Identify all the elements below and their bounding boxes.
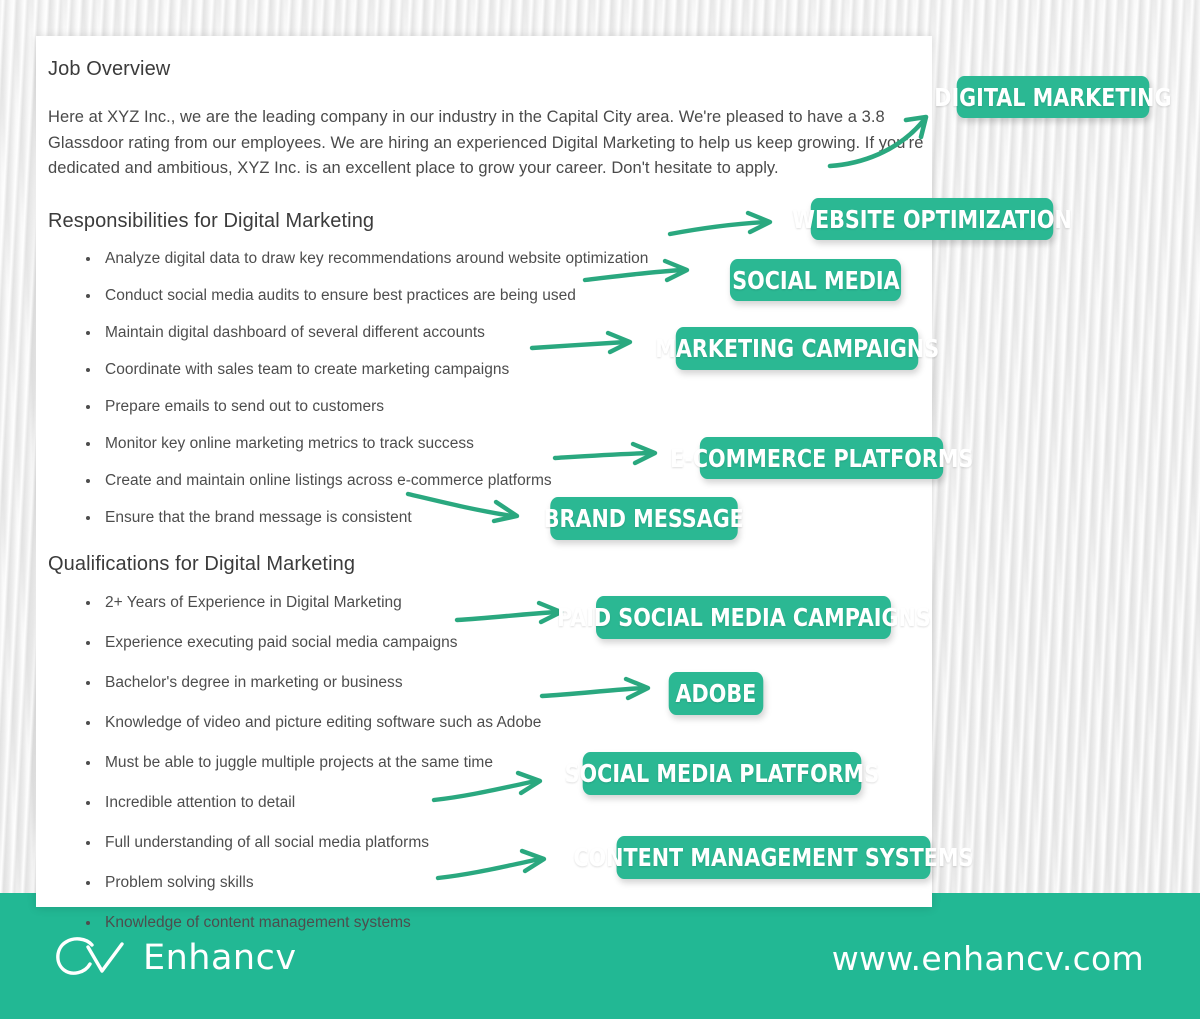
enhancv-logo-icon — [56, 937, 124, 975]
keyword-tag-label: Website Optimization — [792, 204, 1072, 234]
keyword-tag[interactable]: Marketing Campaigns — [655, 327, 939, 370]
footer-url[interactable]: www.enhancv.com — [832, 939, 1144, 978]
keyword-tag[interactable]: Social Media Platforms — [565, 752, 879, 795]
arrow-to-brand-message — [405, 491, 520, 524]
arrow-to-digital-marketing — [827, 114, 929, 169]
keyword-tag-label: Adobe — [675, 679, 757, 708]
keyword-tag[interactable]: Adobe — [668, 672, 764, 715]
arrow-to-content-management-systems — [435, 848, 547, 881]
job-overview-paragraph: Here at XYZ Inc., we are the leading com… — [48, 108, 924, 177]
keyword-tag[interactable]: Website Optimization — [792, 198, 1072, 240]
qualification-item: Knowledge of video and picture editing s… — [84, 713, 902, 733]
keyword-tag-label: Social Media Platforms — [564, 759, 880, 788]
responsibility-item: Prepare emails to send out to customers — [84, 397, 902, 417]
keyword-tag[interactable]: Paid Social Media Campaigns — [557, 596, 930, 639]
keyword-tag-label: Social Media — [731, 265, 900, 295]
qualification-item: Bachelor's degree in marketing or busine… — [84, 673, 902, 693]
keyword-tag[interactable]: Content Management Systems — [573, 836, 974, 879]
keyword-tag-label: Marketing Campaigns — [655, 334, 939, 363]
keyword-tag[interactable]: Digital Marketing — [934, 76, 1172, 118]
keyword-tag[interactable]: E-Commerce Platforms — [670, 437, 973, 479]
arrow-to-social-media-platforms — [431, 770, 543, 803]
keyword-tag[interactable]: Social Media — [729, 259, 902, 301]
arrow-to-ecommerce-platforms — [552, 441, 658, 466]
arrow-to-website-optimization — [667, 210, 773, 237]
arrow-to-paid-social-media-campaigns — [454, 600, 564, 625]
keyword-tag[interactable]: Brand Message — [544, 497, 744, 540]
arrow-to-adobe — [539, 676, 651, 701]
qualification-item: Knowledge of content management systems — [84, 913, 902, 933]
keyword-tag-label: E-Commerce Platforms — [669, 443, 974, 473]
brand-lockup: Enhancv — [52, 936, 297, 980]
job-overview-heading: Job Overview — [48, 58, 171, 80]
brand-name: Enhancv — [143, 938, 297, 978]
arrow-to-social-media — [582, 258, 690, 283]
keyword-tag-label: Paid Social Media Campaigns — [556, 603, 931, 632]
keyword-tag-label: Digital Marketing — [934, 82, 1172, 112]
keyword-tag-label: Brand Message — [543, 504, 745, 533]
arrow-to-marketing-campaigns — [529, 330, 633, 355]
keyword-tag-label: Content Management Systems — [573, 843, 974, 872]
qualifications-heading: Qualifications for Digital Marketing — [48, 552, 356, 575]
